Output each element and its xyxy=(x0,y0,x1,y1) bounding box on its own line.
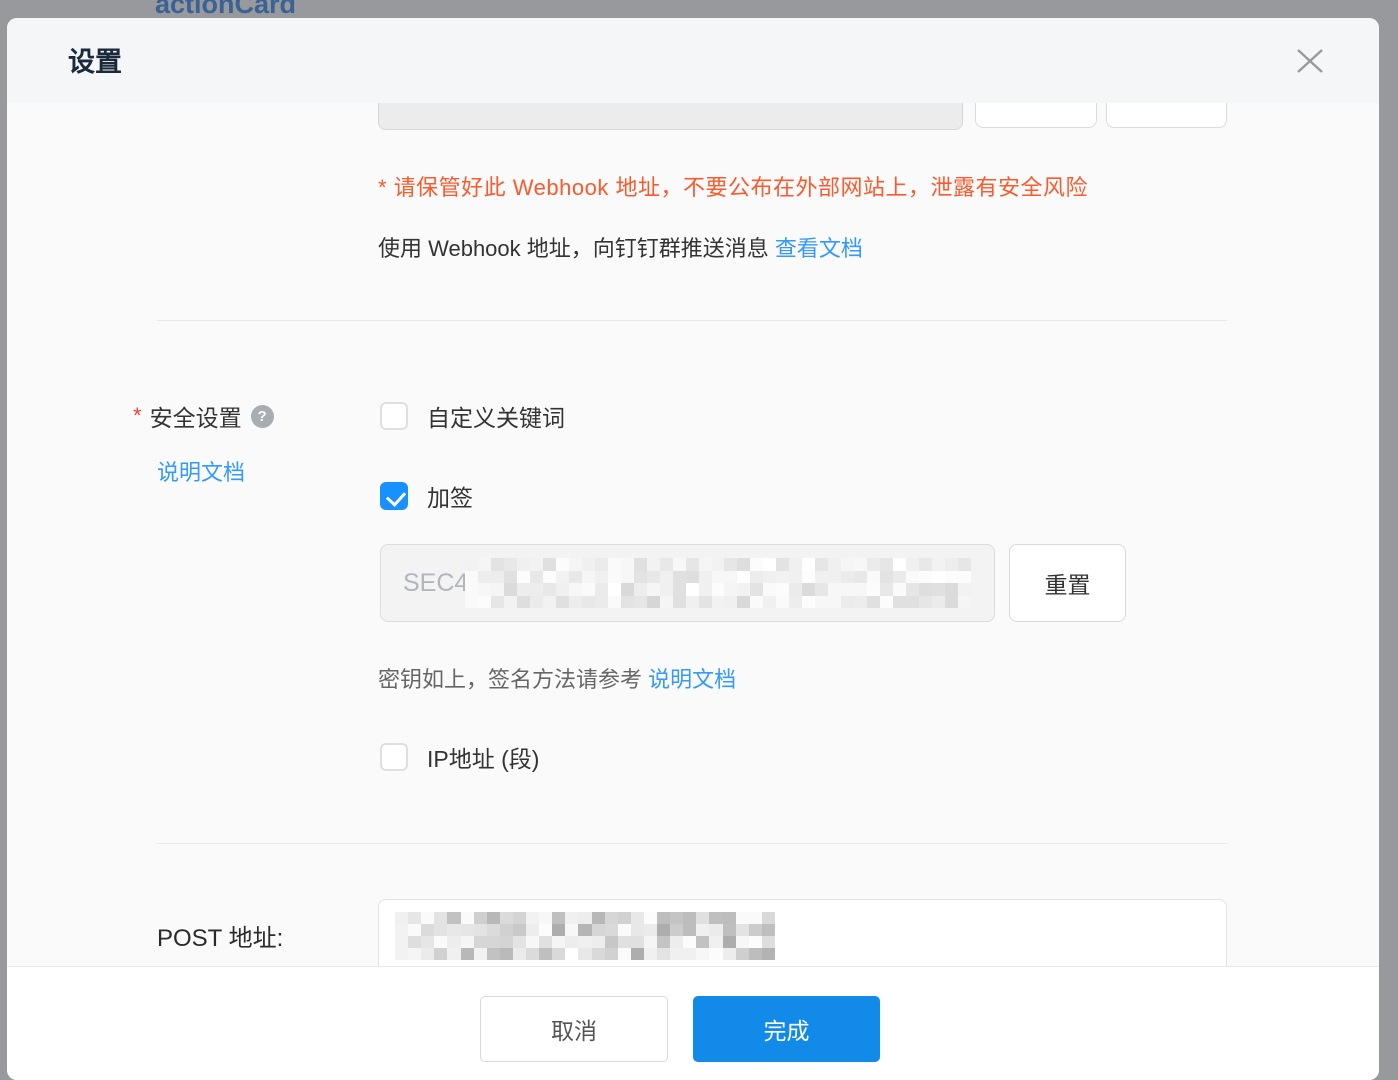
confirm-button[interactable]: 完成 xyxy=(693,996,880,1062)
security-settings-label: 安全设置 xyxy=(150,399,242,433)
close-icon xyxy=(1293,46,1327,76)
security-settings-label-group: * 安全设置 ? xyxy=(133,399,274,433)
modal-footer: 取消 完成 xyxy=(7,966,1379,1080)
sign-checkbox[interactable] xyxy=(380,482,408,510)
required-asterisk: * xyxy=(133,403,142,429)
modal-header: 设置 xyxy=(7,18,1379,103)
webhook-usage-text: 使用 Webhook 地址，向钉钉群推送消息 xyxy=(378,236,775,261)
sign-hint-text: 密钥如上，签名方法请参考 xyxy=(378,667,648,692)
reset-secret-button[interactable]: 重置 xyxy=(1009,544,1126,622)
option-ip-address[interactable]: IP地址 (段) xyxy=(380,740,539,774)
close-button[interactable] xyxy=(1293,44,1327,78)
divider-top xyxy=(157,320,1227,321)
help-question-icon[interactable]: ? xyxy=(251,405,274,428)
sign-hint-row: 密钥如上，签名方法请参考 说明文档 xyxy=(378,662,736,694)
webhook-usage-row: 使用 Webhook 地址，向钉钉群推送消息 查看文档 xyxy=(378,231,863,263)
post-address-redaction-mosaic xyxy=(395,912,775,960)
ip-address-checkbox[interactable] xyxy=(380,743,408,771)
security-doc-link[interactable]: 说明文档 xyxy=(157,455,245,487)
sign-label[interactable]: 加签 xyxy=(427,479,473,513)
secret-key-prefix-text: SEC4 xyxy=(403,545,468,621)
divider-bottom xyxy=(157,843,1227,844)
option-sign[interactable]: 加签 xyxy=(380,479,473,513)
settings-modal: 设置 * 请保管好此 Webhook 地址，不要公布在外部网站上，泄露有安全风险… xyxy=(7,18,1379,1080)
webhook-warning-text: * 请保管好此 Webhook 地址，不要公布在外部网站上，泄露有安全风险 xyxy=(378,170,1088,202)
modal-body: * 请保管好此 Webhook 地址，不要公布在外部网站上，泄露有安全风险 使用… xyxy=(7,18,1379,966)
secret-key-input[interactable]: SEC4 xyxy=(380,544,995,622)
cancel-button[interactable]: 取消 xyxy=(480,996,668,1062)
secret-key-redaction-mosaic xyxy=(465,558,971,608)
custom-keyword-label[interactable]: 自定义关键词 xyxy=(427,399,565,433)
background-actioncard-link[interactable]: actionCard xyxy=(155,0,296,18)
option-custom-keyword[interactable]: 自定义关键词 xyxy=(380,399,565,433)
background-page-strip: actionCard xyxy=(0,0,1398,18)
custom-keyword-checkbox[interactable] xyxy=(380,402,408,430)
ip-address-label[interactable]: IP地址 (段) xyxy=(427,740,539,774)
post-address-label: POST 地址: xyxy=(157,918,283,953)
view-docs-link[interactable]: 查看文档 xyxy=(775,236,863,261)
modal-title: 设置 xyxy=(68,18,122,103)
sign-doc-link[interactable]: 说明文档 xyxy=(648,667,736,692)
